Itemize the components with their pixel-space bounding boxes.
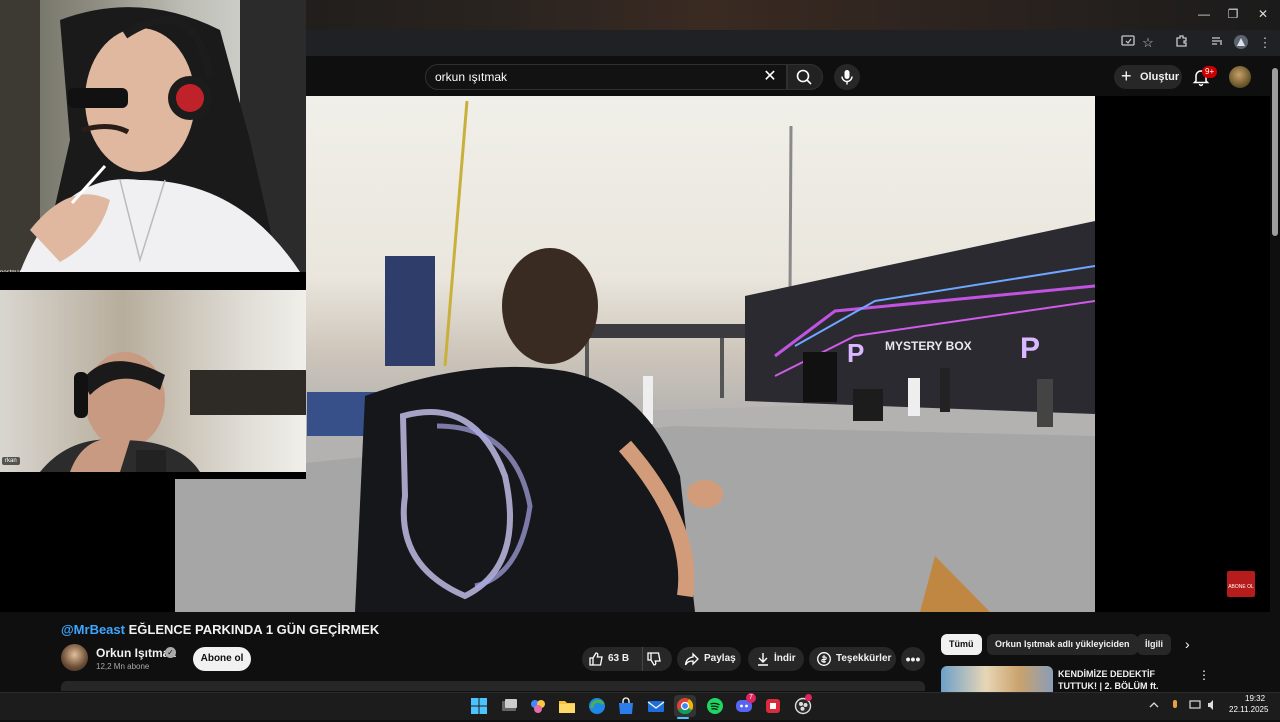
guest-facecam (0, 290, 306, 472)
svg-text:P: P (1020, 332, 1040, 365)
start-icon[interactable] (468, 695, 490, 717)
scrollbar-thumb[interactable] (1272, 68, 1278, 236)
obs-recording-dot (805, 694, 812, 701)
recommendation-title[interactable]: KENDİMİZE DEDEKTİF TUTTUK! | 2. BÖLÜM ft… (1058, 668, 1194, 692)
tray-overflow-icon (1149, 702, 1159, 708)
minimize-button[interactable]: — (1193, 4, 1215, 24)
video-title-text: EĞLENCE PARKINDA 1 GÜN GEÇİRMEK (124, 622, 380, 637)
svg-text:P: P (847, 338, 864, 368)
media-controls-icon[interactable] (1208, 34, 1226, 52)
red-app-icon[interactable] (762, 695, 784, 717)
widgets-icon[interactable] (527, 695, 549, 717)
user-avatar[interactable] (1229, 66, 1251, 88)
video-frame: MYSTERY BOX P P (175, 100, 1095, 612)
subscribe-button[interactable]: Abone ol (193, 647, 251, 671)
recommendation-thumbnail[interactable] (941, 666, 1053, 692)
chip-all[interactable]: Tümü (941, 634, 982, 655)
spotify-icon[interactable] (704, 695, 726, 717)
mystery-box-sign: MYSTERY BOX (885, 339, 972, 353)
channel-name[interactable]: Orkun Işıtmak (96, 646, 176, 660)
profile-icon[interactable] (1232, 34, 1250, 52)
description-box[interactable] (61, 681, 925, 691)
facecam-divider (0, 272, 306, 290)
mail-icon[interactable] (645, 695, 667, 717)
clear-search-icon[interactable]: ✕ (760, 67, 780, 87)
file-explorer-icon[interactable] (556, 695, 578, 717)
download-icon (755, 651, 771, 667)
video-title: @MrBeast EĞLENCE PARKINDA 1 GÜN GEÇİRMEK (61, 622, 379, 637)
subscriber-count: 12,2 Mn abone (96, 662, 150, 671)
video-player[interactable]: MYSTERY BOX P P (175, 96, 1095, 612)
notification-count-badge: 9+ (1202, 66, 1218, 78)
active-app-indicator (677, 717, 689, 719)
video-letterbox-left (0, 479, 175, 612)
discord-badge: 7 (746, 693, 756, 703)
search-input[interactable]: orkun ışıtmak (425, 64, 787, 90)
chip-related[interactable]: İlgili (1137, 634, 1171, 655)
streamer-facecam (0, 0, 306, 272)
browser-menu-icon[interactable]: ⋮ (1256, 34, 1274, 52)
share-icon (684, 651, 700, 667)
close-window-button[interactable]: ✕ (1252, 4, 1274, 24)
mic-icon (841, 70, 853, 85)
cast-icon[interactable] (1119, 34, 1137, 52)
windows-taskbar (0, 692, 1280, 720)
channel-avatar[interactable] (61, 644, 88, 671)
more-actions-button[interactable]: ••• (901, 647, 925, 671)
mic-tray-icon (1173, 700, 1177, 708)
chip-from-uploader[interactable]: Orkun Işıtmak adlı yükleyiciden (987, 634, 1138, 655)
plus-icon: + (1121, 66, 1132, 86)
volume-icon (1208, 700, 1213, 710)
mention-link[interactable]: @MrBeast (61, 622, 125, 637)
recommendation-menu-icon[interactable]: ⋮ (1198, 668, 1210, 682)
thumbs-down-icon (646, 651, 662, 667)
clock-date[interactable]: 22.11.2025 (1229, 705, 1268, 714)
network-icon (1189, 700, 1201, 709)
bookmark-star-icon[interactable]: ☆ (1139, 34, 1157, 52)
system-tray[interactable] (1148, 696, 1220, 714)
facecam-bottom-bar (0, 472, 306, 479)
chrome-icon[interactable] (674, 695, 696, 717)
edge-browser-icon[interactable] (586, 695, 608, 717)
video-letterbox-right (1095, 96, 1270, 612)
subscribe-watermark[interactable]: ABONE OL (1227, 571, 1255, 597)
store-icon[interactable] (615, 695, 637, 717)
super-thanks-icon (816, 651, 832, 667)
chevron-right-icon[interactable]: › (1185, 636, 1190, 652)
clock-time[interactable]: 19:32 (1245, 694, 1265, 703)
verified-check-icon: ✓ (165, 647, 176, 658)
guest-name-label: rkan (2, 457, 20, 465)
thumbs-up-icon (588, 651, 604, 667)
search-icon (796, 69, 812, 85)
search-button[interactable] (787, 64, 823, 90)
extensions-icon[interactable] (1173, 34, 1191, 52)
maximize-button[interactable]: ❐ (1222, 4, 1244, 24)
voice-search-button[interactable] (834, 64, 860, 90)
task-view-icon[interactable] (498, 695, 520, 717)
